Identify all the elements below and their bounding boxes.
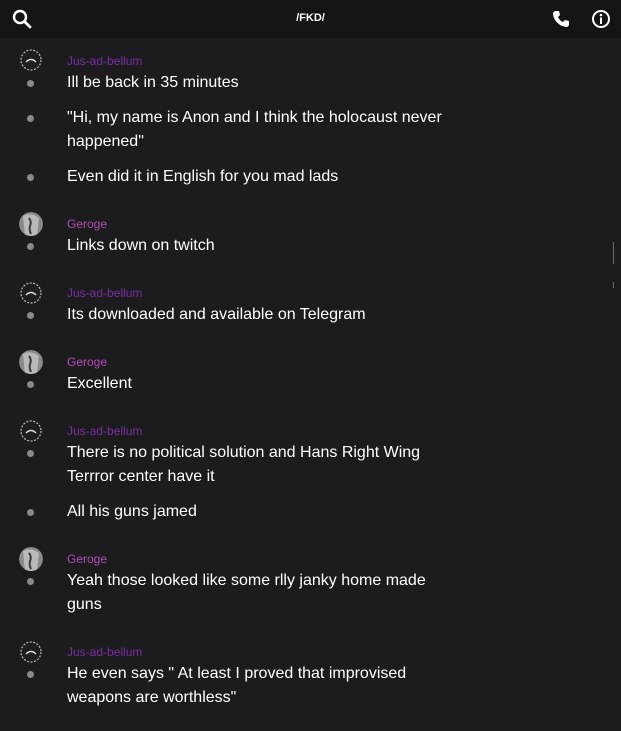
message-bullet xyxy=(27,80,34,87)
message-text: He even says " At least I proved that im… xyxy=(67,665,407,706)
message-bullet xyxy=(27,671,34,678)
info-icon[interactable] xyxy=(591,9,611,29)
message-bullet xyxy=(27,578,34,585)
message-bullet xyxy=(27,450,34,457)
avatar[interactable] xyxy=(19,281,43,305)
message-text: Links down on twitch xyxy=(67,237,215,254)
message-author[interactable]: Jus-ad-bellum xyxy=(67,645,142,659)
avatar[interactable] xyxy=(19,212,43,236)
avatar[interactable] xyxy=(19,48,43,72)
avatar[interactable] xyxy=(19,547,43,571)
message-text: "Hi, my name is Anon and I think the hol… xyxy=(67,109,442,150)
top-bar: /FKD/ xyxy=(0,0,621,38)
message-bullet xyxy=(27,243,34,250)
message-author[interactable]: Geroge xyxy=(67,355,107,369)
message-list[interactable]: Jus-ad-bellum Ill be back in 35 minutes … xyxy=(0,38,621,731)
scroll-indicator[interactable] xyxy=(613,242,618,264)
message-text: Its downloaded and available on Telegram xyxy=(67,306,366,323)
message-bullet xyxy=(27,312,34,319)
message-text: Excellent xyxy=(67,375,132,392)
message-text: Even did it in English for you mad lads xyxy=(67,168,339,185)
message-text: There is no political solution and Hans … xyxy=(67,444,421,485)
message-text: All his guns jamed xyxy=(67,503,197,520)
message-bullet xyxy=(27,381,34,388)
message-author[interactable]: Geroge xyxy=(67,217,107,231)
message-author[interactable]: Jus-ad-bellum xyxy=(67,286,142,300)
message-author[interactable]: Geroge xyxy=(67,552,107,566)
avatar[interactable] xyxy=(19,350,43,374)
message-author[interactable]: Jus-ad-bellum xyxy=(67,54,142,68)
message-author[interactable]: Jus-ad-bellum xyxy=(67,424,142,438)
message-text: Ill be back in 35 minutes xyxy=(67,74,239,91)
phone-icon[interactable] xyxy=(551,9,571,29)
avatar[interactable] xyxy=(19,640,43,664)
scroll-indicator-tick xyxy=(613,282,618,288)
chat-title: /FKD/ xyxy=(296,12,325,24)
message-text: Yeah those looked like some rlly janky h… xyxy=(67,572,426,613)
avatar[interactable] xyxy=(19,419,43,443)
message-bullet xyxy=(27,115,34,122)
message-bullet xyxy=(27,509,34,516)
message-bullet xyxy=(27,174,34,181)
